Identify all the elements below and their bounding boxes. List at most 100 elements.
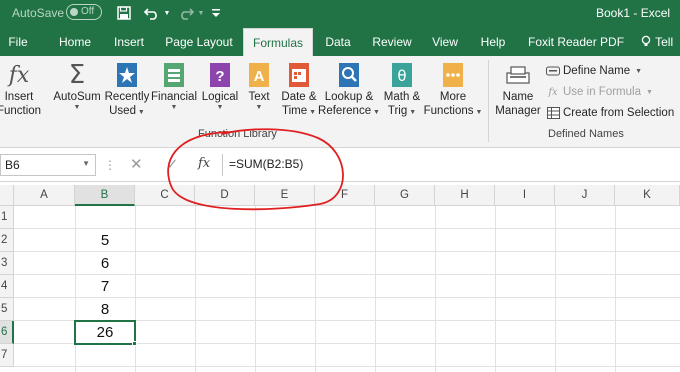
column-header-i[interactable]: I	[495, 185, 555, 206]
math-trig-line1: Math &	[383, 91, 421, 103]
more-functions-icon	[440, 60, 466, 90]
tab-page-layout[interactable]: Page Layout	[164, 28, 234, 56]
ribbon-tabs: File Home Insert Page Layout Formulas Da…	[0, 28, 680, 56]
cell-b6[interactable]: 26	[74, 320, 136, 345]
date-time-button[interactable]: Date & Time ▼	[278, 60, 320, 120]
redo-icon[interactable]	[176, 3, 196, 23]
customize-qat-icon[interactable]	[210, 3, 222, 23]
tab-home[interactable]: Home	[56, 28, 94, 56]
row-header-1[interactable]: 1	[0, 206, 14, 229]
text-book-icon: A	[246, 60, 272, 90]
undo-dropdown-icon[interactable]: ▼	[162, 3, 172, 23]
calendar-book-icon	[286, 60, 312, 90]
window-title: Book1 - Excel	[596, 6, 671, 20]
row-header-4[interactable]: 4	[0, 275, 14, 298]
tab-help[interactable]: Help	[478, 28, 508, 56]
gridline	[14, 366, 680, 367]
autosave-toggle[interactable]: Off	[66, 4, 102, 20]
math-trig-button[interactable]: θ Math & Trig ▼	[380, 60, 424, 120]
use-in-formula-button[interactable]: fx Use in Formula ▼	[546, 83, 653, 101]
insert-function-line2: Function	[0, 105, 42, 117]
chevron-down-icon: ▼	[73, 104, 81, 111]
recently-used-line1: Recently	[104, 91, 150, 103]
lightbulb-icon	[641, 35, 651, 46]
tab-review[interactable]: Review	[372, 28, 412, 56]
chevron-down-icon: ▼	[82, 159, 90, 168]
chevron-down-icon: ▼	[307, 109, 316, 116]
cell-b3[interactable]: 6	[75, 252, 135, 275]
svg-text:A: A	[254, 68, 265, 85]
more-functions-button[interactable]: More Functions ▼	[424, 60, 482, 120]
column-header-c[interactable]: C	[135, 185, 195, 206]
group-divider	[488, 60, 489, 142]
chevron-down-icon: ▼	[170, 104, 178, 111]
column-header-k[interactable]: K	[615, 185, 680, 206]
lookup-reference-button[interactable]: Lookup & Reference ▼	[318, 60, 380, 120]
name-box[interactable]: B6 ▼	[0, 154, 96, 176]
autosave-label: AutoSave	[12, 6, 65, 20]
logical-book-icon: ?	[207, 60, 233, 90]
theta-book-icon: θ	[389, 60, 415, 90]
gridline	[255, 206, 256, 372]
chevron-down-icon: ▼	[135, 109, 145, 116]
tab-file[interactable]: File	[4, 28, 32, 56]
column-header-h[interactable]: H	[435, 185, 495, 206]
row-header-7[interactable]: 7	[0, 344, 14, 367]
gridline	[435, 206, 436, 372]
tab-insert[interactable]: Insert	[112, 28, 146, 56]
column-header-f[interactable]: F	[315, 185, 375, 206]
text-functions-button[interactable]: A Text ▼	[244, 60, 274, 111]
column-header-d[interactable]: D	[195, 185, 255, 206]
create-from-selection-button[interactable]: Create from Selection	[546, 104, 674, 122]
financial-label: Financial	[150, 91, 198, 103]
svg-text:?: ?	[215, 68, 224, 85]
worksheet-grid[interactable]: A B C D E F G H I J K 1 2 3 4 5 6 7 5 6 …	[0, 182, 680, 372]
formula-bar-grip: ⋮	[104, 158, 116, 172]
cancel-button[interactable]: ✕	[130, 155, 143, 173]
column-header-j[interactable]: J	[555, 185, 615, 206]
column-header-a[interactable]: A	[14, 185, 75, 206]
row-header-6[interactable]: 6	[0, 321, 14, 344]
date-time-line1: Date &	[281, 91, 317, 103]
column-header-b[interactable]: B	[75, 185, 135, 206]
cell-b5[interactable]: 8	[75, 298, 135, 321]
insert-function-fx-button[interactable]: fx	[198, 156, 210, 171]
recently-used-button[interactable]: Recently Used ▼	[104, 60, 150, 120]
tab-foxit-reader-pdf[interactable]: Foxit Reader PDF	[528, 28, 624, 56]
svg-text:θ: θ	[397, 67, 406, 85]
date-time-line2: Time ▼	[281, 105, 316, 117]
row-header-5[interactable]: 5	[0, 298, 14, 321]
tab-formulas[interactable]: Formulas	[243, 28, 313, 56]
column-header-e[interactable]: E	[255, 185, 315, 206]
gridline	[195, 206, 196, 372]
row-header-2[interactable]: 2	[0, 229, 14, 252]
autosum-button[interactable]: Σ AutoSum ▼	[52, 60, 102, 111]
defined-names-group-label: Defined Names	[548, 128, 624, 140]
tab-view[interactable]: View	[430, 28, 460, 56]
lookup-book-icon	[336, 60, 362, 90]
undo-icon[interactable]	[142, 3, 162, 23]
tell-me-box[interactable]: Tell	[640, 28, 680, 56]
column-header-g[interactable]: G	[375, 185, 435, 206]
cell-b2[interactable]: 5	[75, 229, 135, 252]
define-name-button[interactable]: Define Name ▼	[546, 62, 642, 80]
redo-dropdown-icon[interactable]: ▼	[196, 3, 206, 23]
name-manager-button[interactable]: Name Manager	[494, 60, 542, 118]
lookup-line2: Reference ▼	[318, 105, 380, 117]
formula-input[interactable]: =SUM(B2:B5)	[222, 154, 680, 176]
insert-function-button[interactable]: fx Insert Function	[0, 60, 46, 118]
ribbon-formulas: fx Insert Function Σ AutoSum ▼ Recently …	[0, 56, 680, 148]
financial-button[interactable]: Financial ▼	[150, 60, 198, 111]
recently-used-line2: Used ▼	[109, 105, 145, 117]
row-header-3[interactable]: 3	[0, 252, 14, 275]
fill-handle[interactable]	[132, 341, 137, 346]
name-manager-line2: Manager	[495, 105, 541, 117]
title-bar: AutoSave Off ▼ ▼ Book1 - Excel	[0, 0, 680, 28]
cell-b4[interactable]: 7	[75, 275, 135, 298]
save-icon[interactable]	[114, 3, 134, 23]
fx-icon: fx	[8, 62, 30, 88]
logical-button[interactable]: ? Logical ▼	[199, 60, 241, 111]
tab-data[interactable]: Data	[322, 28, 354, 56]
select-all-corner[interactable]	[0, 185, 14, 206]
enter-button[interactable]: ✓	[166, 155, 179, 173]
